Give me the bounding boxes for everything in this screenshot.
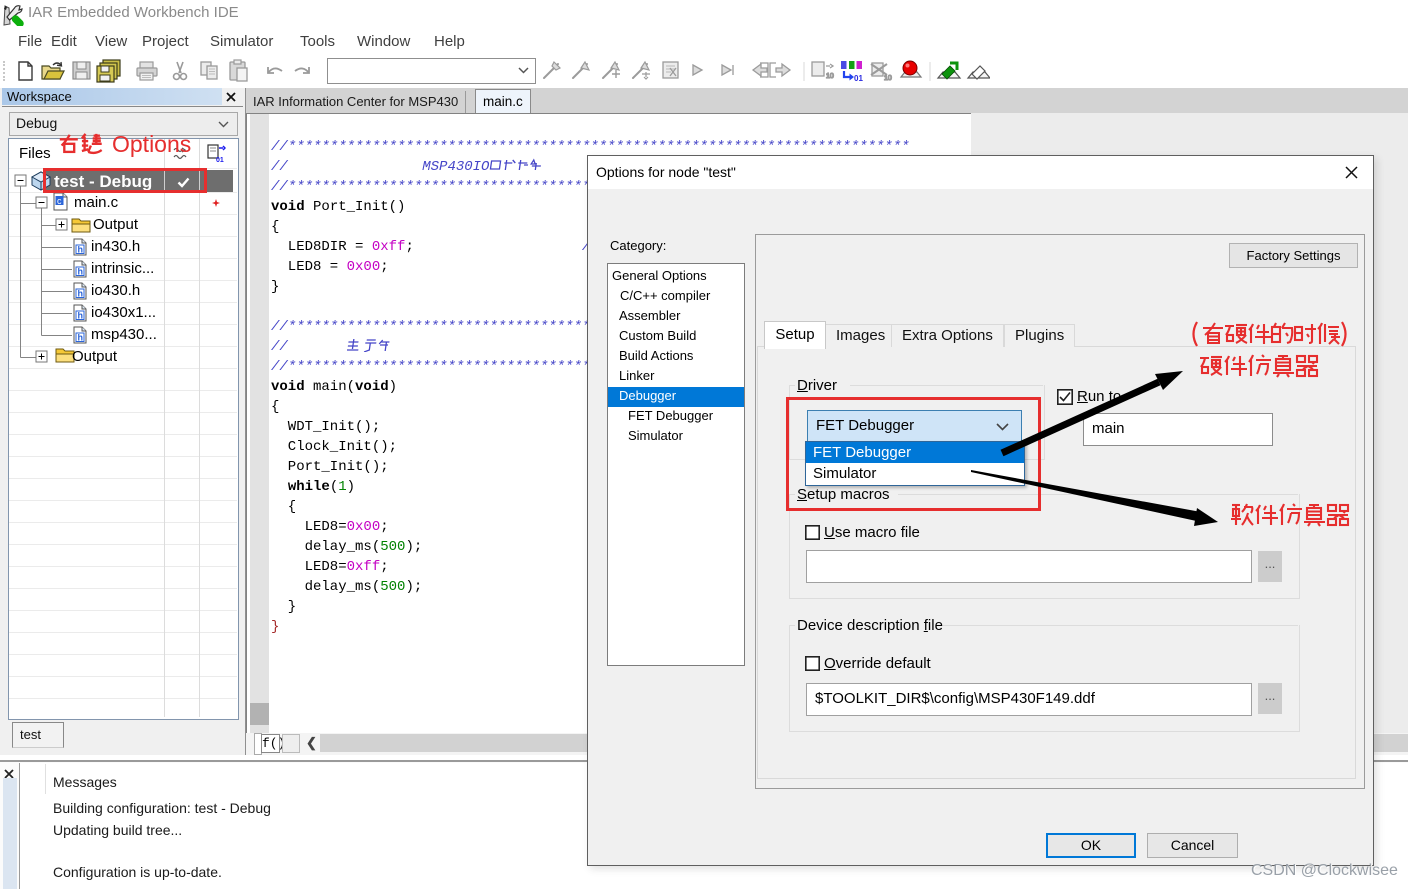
svg-text:01: 01: [854, 74, 863, 83]
svg-text:h: h: [78, 311, 84, 321]
svg-text:10: 10: [884, 75, 892, 82]
svg-text:h: h: [78, 245, 84, 255]
svg-text:c: c: [57, 196, 62, 206]
svg-text:h: h: [78, 289, 84, 299]
svg-text:10: 10: [826, 73, 834, 80]
svg-text:h: h: [78, 333, 84, 343]
svg-text:h: h: [78, 267, 84, 277]
